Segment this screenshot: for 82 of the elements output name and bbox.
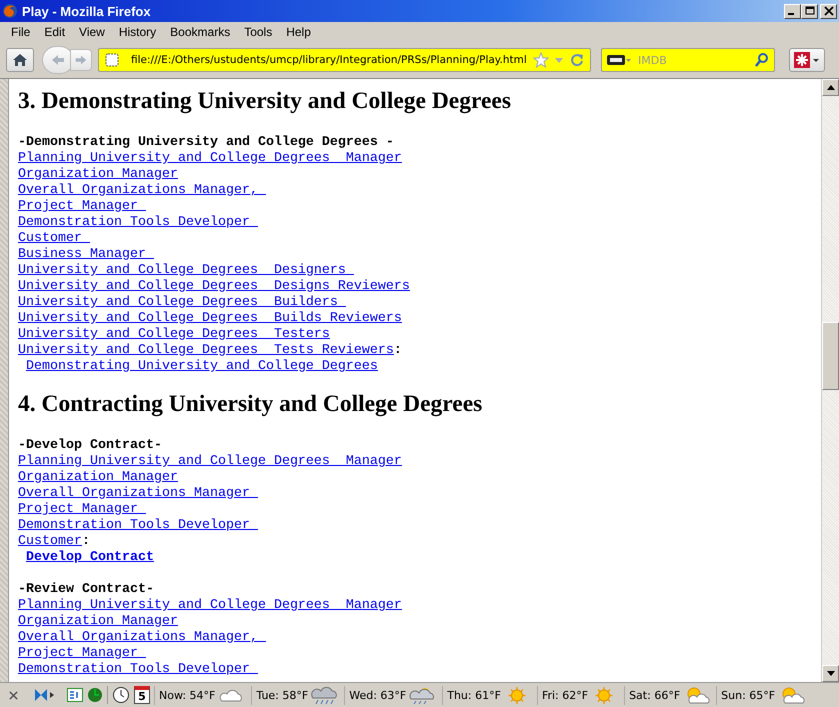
role-link[interactable]: Project Manager <box>18 646 146 662</box>
role-link[interactable]: Project Manager <box>18 199 146 215</box>
weather-text[interactable]: Now: 54°F <box>159 688 216 702</box>
sidebar-grip[interactable] <box>0 79 9 682</box>
role-link[interactable]: Demonstration Tools Developer <box>18 215 258 231</box>
close-icon[interactable] <box>8 690 19 700</box>
colon-text: : <box>82 534 90 550</box>
firefox-logo-icon <box>2 3 18 19</box>
addon-button[interactable] <box>789 48 825 72</box>
weather-text[interactable]: Sun: 65°F <box>721 688 776 702</box>
role-link[interactable]: Overall Organizations Manager, <box>18 183 266 199</box>
reload-icon[interactable] <box>569 52 585 68</box>
up-arrow-icon <box>826 85 834 90</box>
scroll-down-button[interactable] <box>822 665 839 682</box>
close-button[interactable] <box>820 4 837 18</box>
maximize-icon <box>804 6 816 16</box>
menu-item[interactable]: Edit <box>37 25 72 39</box>
address-bar[interactable]: file:///E:/Others/ustudents/umcp/library/Integration/PRSs/Planning/Play.html <box>98 48 591 72</box>
minimize-icon <box>788 13 794 15</box>
home-icon <box>12 52 28 68</box>
forward-arrow-icon <box>74 53 88 67</box>
search-field[interactable]: IMDB <box>636 52 750 68</box>
weather-text[interactable]: Wed: 63°F <box>349 688 406 702</box>
search-engine-icon[interactable] <box>606 52 632 68</box>
section-heading: 4. Contracting University and College Degrees <box>18 391 482 417</box>
home-button[interactable] <box>6 48 34 72</box>
role-link[interactable]: University and College Degrees Designers <box>18 263 354 279</box>
weather-text[interactable]: Sat: 66°F <box>629 688 680 702</box>
role-link[interactable]: Planning University and College Degrees Manager <box>18 598 402 614</box>
maximize-button[interactable] <box>801 4 818 18</box>
weather-text[interactable]: Tue: 58°F <box>256 688 308 702</box>
sun-rain-cloud-icon <box>408 686 436 704</box>
role-link[interactable]: Project Manager <box>18 502 146 518</box>
role-link[interactable]: Organization Manager <box>18 167 178 183</box>
role-link[interactable]: Demonstration Tools Developer <box>18 662 258 678</box>
role-link[interactable]: University and College Degrees Builders <box>18 295 346 311</box>
butterfly-icon[interactable] <box>33 687 55 703</box>
scroll-thumb[interactable] <box>822 322 839 390</box>
clock-icon[interactable] <box>112 686 130 704</box>
colon-text: : <box>394 343 402 359</box>
scrollbar[interactable] <box>821 79 839 682</box>
role-link[interactable]: Organization Manager <box>18 470 178 486</box>
menu-item[interactable]: Bookmarks <box>163 25 238 39</box>
activity-link[interactable]: Demonstrating University and College Degrees <box>26 359 378 375</box>
role-link[interactable]: Business Manager <box>18 247 154 263</box>
weather-text[interactable]: Fri: 62°F <box>542 688 588 702</box>
window-title: Play - Mozilla Firefox <box>22 4 152 18</box>
block-label: -Develop Contract- <box>18 438 162 454</box>
menu-item[interactable]: Help <box>279 25 318 39</box>
search-bar[interactable]: IMDB <box>601 48 775 72</box>
section-heading: 3. Demonstrating University and College Degrees <box>18 88 511 114</box>
role-link[interactable]: Planning University and College Degrees Manager <box>18 454 402 470</box>
block-label: -Review Contract- <box>18 582 154 598</box>
back-arrow-icon <box>50 52 66 68</box>
activity-link[interactable]: Develop Contract <box>26 550 154 566</box>
role-link[interactable]: Organization Manager <box>18 614 178 630</box>
role-link[interactable]: Demonstration Tools Developer <box>18 518 258 534</box>
down-arrow-icon <box>826 671 834 676</box>
role-link[interactable]: Customer <box>18 534 82 550</box>
role-link[interactable]: University and College Degrees Testers <box>18 327 330 343</box>
weather-text[interactable]: Thu: 61°F <box>447 688 501 702</box>
role-link[interactable]: University and College Degrees Builds Reviewers <box>18 311 402 327</box>
role-link[interactable]: University and College Degrees Tests Reviewers <box>18 343 394 359</box>
role-link[interactable]: Overall Organizations Manager <box>18 486 258 502</box>
search-icon[interactable] <box>754 52 770 68</box>
role-link[interactable]: Planning University and College Degrees Manager <box>18 151 402 167</box>
menu-item[interactable]: View <box>72 25 112 39</box>
page-icon <box>104 52 120 68</box>
scroll-up-button[interactable] <box>822 79 839 96</box>
block-label: -Demonstrating University and College Degrees - <box>18 135 394 151</box>
minimize-button[interactable] <box>784 4 801 18</box>
role-link[interactable]: University and College Degrees Designs Reviewers <box>18 279 410 295</box>
menu-item[interactable]: File <box>4 25 38 39</box>
role-link[interactable]: Overall Organizations Manager, <box>18 630 266 646</box>
rain-cloud-icon <box>310 686 338 704</box>
menu-item[interactable]: Tools <box>237 25 280 39</box>
url-text: file:///E:/Others/ustudents/umcp/library/Integration/PRSs/Planning/Play.html <box>131 54 528 66</box>
star-icon[interactable] <box>533 52 549 68</box>
calendar-icon[interactable]: 5 <box>134 686 150 704</box>
role-link[interactable]: Customer <box>18 231 90 247</box>
close-icon <box>822 6 834 16</box>
menu-item[interactable]: History <box>112 25 164 39</box>
